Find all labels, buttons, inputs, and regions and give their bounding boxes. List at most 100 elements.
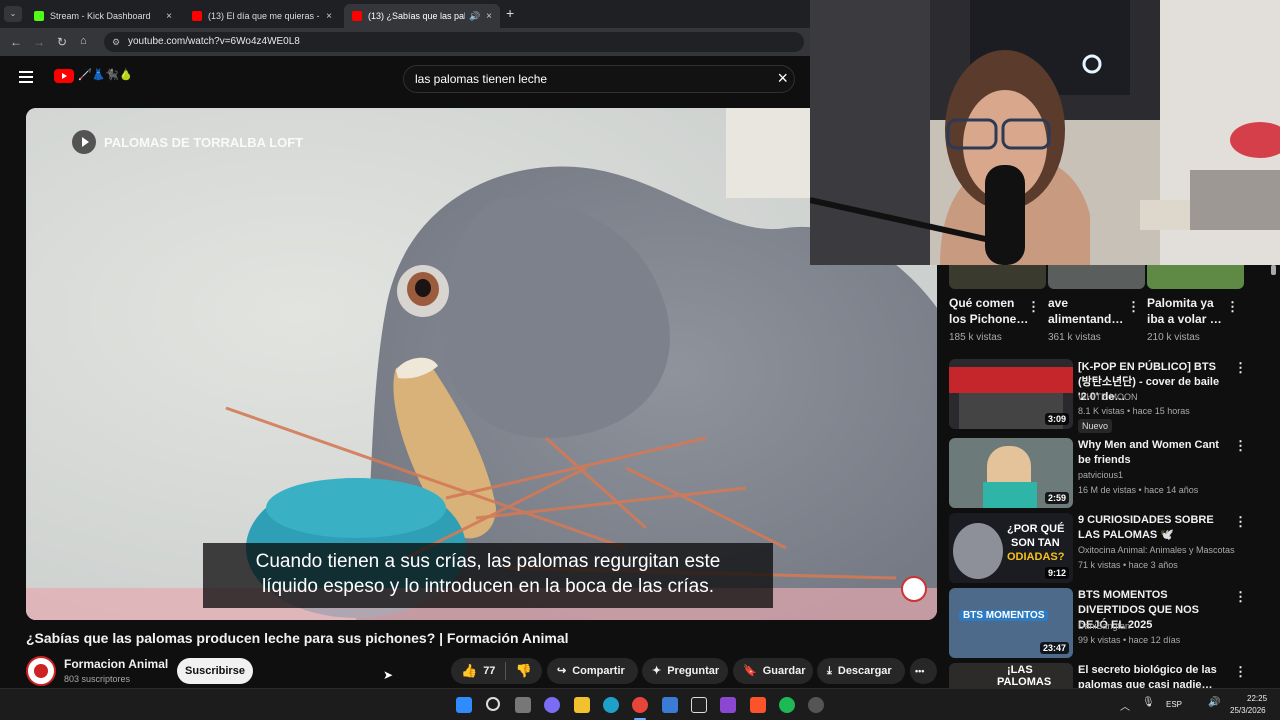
more-options-icon[interactable]: ⋮ [1234,438,1247,454]
share-button[interactable]: ↪ Compartir [547,658,638,684]
channel-logo-overlay [901,576,927,602]
microphone-icon[interactable]: 🎙 [1142,697,1155,708]
channel-watermark[interactable]: PALOMAS DE TORRALBA LOFT [72,130,303,154]
task-view-icon[interactable] [515,697,531,713]
video-duration: 9:12 [1044,567,1069,579]
tab-kick-dashboard[interactable]: Stream - Kick Dashboard × [26,4,180,28]
subscriber-count: 803 suscriptores [64,674,131,684]
reload-icon[interactable]: ↻ [57,35,67,49]
more-options-icon[interactable]: ⋮ [1226,299,1239,315]
tab-el-dia-que-me-quieras[interactable]: (13) El día que me quieras - Vid × [184,4,340,28]
save-label: Guardar [762,665,806,677]
start-icon[interactable] [456,697,472,713]
video-meta: 71 k vistas • hace 3 años [1078,560,1178,570]
search-icon[interactable] [486,697,500,711]
video-thumbnail[interactable]: ¿POR QUÉ SON TAN ODIADAS? 9:12 [949,513,1073,583]
tab-list-button[interactable]: ⌄ [4,6,22,22]
tab-sabias-que-las-palomas[interactable]: (13) ¿Sabías que las paloma 🔊 × [344,4,500,28]
download-label: Descargar [837,665,892,677]
video-duration: 23:47 [1039,642,1069,654]
channel-avatar[interactable] [26,656,56,686]
shorts-thumb[interactable] [949,265,1046,289]
search-input[interactable]: las palomas tienen leche × [403,65,795,93]
copilot-icon[interactable] [544,697,560,713]
browser-tab-strip: ⌄ Stream - Kick Dashboard × (13) El día … [0,0,810,28]
site-info-icon[interactable]: ⚙ [112,32,120,52]
more-actions-button[interactable]: ••• [910,658,937,684]
menu-icon[interactable] [19,71,33,83]
channel-name[interactable]: WHITE MOON [1078,392,1138,402]
video-title[interactable]: Why Men and Women Cant be friends [1078,438,1226,468]
app-icon[interactable] [720,697,736,713]
url-text: youtube.com/watch?v=6Wo4z4WE0L8 [128,36,300,47]
more-options-icon[interactable]: ⋮ [1027,299,1040,315]
channel-name[interactable]: Formacion Animal [64,657,168,671]
like-button[interactable]: 👍 77 👎 [451,658,542,684]
speaker-icon[interactable]: 🔊 [469,11,480,22]
channel-name[interactable]: DaniBangtan [1078,621,1130,631]
language-indicator[interactable]: ESP [1166,700,1182,709]
video-title[interactable]: 9 CURIOSIDADES SOBRE LAS PALOMAS 🕊️ [1078,513,1226,543]
download-button[interactable]: ⤓ Descargar [817,658,905,684]
new-tab-button[interactable]: + [506,5,514,21]
thumbnail-text: SON TAN [1011,537,1060,549]
youtube-header: 🦯👗🐈‍⬛🍐 las palomas tienen leche × [0,56,810,102]
home-icon[interactable]: ⌂ [80,35,87,47]
brave-icon[interactable] [750,697,766,713]
save-button[interactable]: 🔖 Guardar [733,658,813,684]
video-title[interactable]: El secreto biológico de las palomas que … [1078,663,1226,688]
share-icon: ↪ [557,665,567,677]
play-circle-icon [72,130,96,154]
more-options-icon[interactable]: ⋮ [1234,589,1247,605]
youtube-icon [192,11,202,21]
capcut-icon[interactable] [691,697,707,713]
video-meta: 16 M de vistas • hace 14 años [1078,485,1199,495]
ask-label: Preguntar [667,665,720,677]
app-icon[interactable] [808,697,824,713]
close-tab-icon[interactable]: × [480,11,492,22]
windows-taskbar: ︿ 🎙 ESP 🔊 22:25 25/3/2026 [0,688,1280,720]
tab-title: (13) El día que me quieras - Vid [208,11,320,21]
clock-date[interactable]: 25/3/2026 [1230,706,1266,715]
browser-toolbar: ← → ↻ ⌂ ⚙ youtube.com/watch?v=6Wo4z4WE0L… [0,28,810,56]
more-options-icon[interactable]: ⋮ [1234,360,1247,376]
edge-icon[interactable] [603,697,619,713]
ask-button[interactable]: ✦ Preguntar [642,658,728,684]
spotify-icon[interactable] [779,697,795,713]
bookmark-icon: 🔖 [743,665,757,677]
caption-line: líquido espeso y lo introducen en la boc… [261,576,715,597]
more-options-icon[interactable]: ⋮ [1234,664,1247,680]
subscribe-button[interactable]: Suscribirse [177,658,253,684]
store-icon[interactable] [662,697,678,713]
sparkle-icon: ✦ [652,665,662,677]
forward-icon[interactable]: → [33,35,45,49]
video-thumbnail[interactable]: ¡LAS PALOMAS [949,663,1073,688]
sidebar-scrollbar[interactable] [1271,265,1276,275]
thumbnail-text: BTS MOMENTOS [959,610,1049,621]
shorts-thumb[interactable] [1147,265,1244,289]
channel-name[interactable]: patvicious1 [1078,470,1123,480]
download-icon: ⤓ [827,665,832,677]
more-options-icon[interactable]: ⋮ [1127,299,1140,315]
video-thumbnail[interactable]: 3:09 [949,359,1073,429]
chevron-up-icon[interactable]: ︿ [1120,698,1130,713]
shorts-thumb[interactable] [1048,265,1145,289]
chrome-icon[interactable] [632,697,648,713]
volume-icon[interactable]: 🔊 [1208,697,1220,708]
video-meta: 8.1 K vistas • hace 15 horas [1078,406,1190,416]
more-options-icon[interactable]: ⋮ [1234,514,1247,530]
thumbs-down-icon[interactable]: 👎 [516,658,532,684]
tab-title: (13) ¿Sabías que las paloma [368,11,465,21]
youtube-logo[interactable] [54,69,74,83]
video-thumbnail[interactable]: 2:59 [949,438,1073,508]
video-thumbnail[interactable]: BTS MOMENTOS 23:47 [949,588,1073,658]
file-explorer-icon[interactable] [574,697,590,713]
close-tab-icon[interactable]: × [320,11,332,22]
clear-search-icon[interactable]: × [777,66,788,90]
back-icon[interactable]: ← [10,35,22,49]
clock-time[interactable]: 22:25 [1247,694,1267,703]
address-bar[interactable]: ⚙ youtube.com/watch?v=6Wo4z4WE0L8 [104,32,804,52]
channel-name[interactable]: Oxitocina Animal: Animales y Mascotas [1078,545,1246,555]
close-tab-icon[interactable]: × [160,11,172,22]
video-duration: 3:09 [1044,413,1069,425]
